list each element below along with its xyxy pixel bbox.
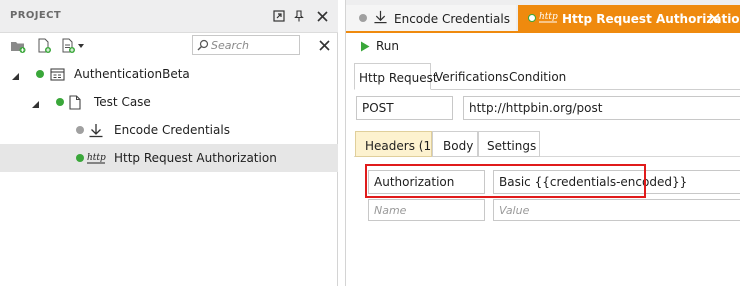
new-folder-icon[interactable] [9,37,27,55]
expand-arrow-icon[interactable] [31,98,40,108]
highlight-box [365,164,646,198]
tab-headers[interactable]: Headers (1) [355,131,436,157]
tab-settings[interactable]: Settings [478,131,540,157]
editor-tabstrip: Encode Credentials http Http Request Aut… [346,0,740,33]
method-field[interactable] [356,96,453,120]
expand-arrow-icon[interactable] [11,70,20,80]
project-panel-header: PROJECT [0,0,338,33]
play-icon [361,41,370,51]
project-panel: PROJECT Search AuthenticationBeta Test C… [0,0,338,286]
tree-item-label: AuthenticationBeta [74,67,190,81]
tree-item-label: Http Request Authorization [114,151,277,165]
search-box[interactable] [192,35,300,55]
tab-condition[interactable]: Condition [509,63,569,90]
download-arrow-icon [87,122,105,138]
tab-body[interactable]: Body [432,131,478,157]
svg-text:http: http [539,12,558,22]
tab-label: Encode Credentials [394,12,510,26]
request-detail-tabs: Headers (1) Body Settings [354,131,740,157]
new-header-name-field[interactable] [368,199,485,221]
new-header-value-field[interactable] [493,199,740,221]
run-button[interactable]: Run [360,37,399,55]
method-input[interactable] [357,97,452,119]
url-input[interactable] [464,97,740,119]
status-dot-green [76,154,84,162]
tree-item-http-request-authorization[interactable]: http Http Request Authorization [0,144,338,172]
svg-text:http: http [87,153,106,163]
pin-icon[interactable] [290,7,308,25]
status-dot-green [56,98,64,106]
tab-encode-credentials[interactable]: Encode Credentials [346,5,516,31]
run-label: Run [376,39,400,53]
project-suite-icon [48,66,66,82]
tree-item-encode-credentials[interactable]: Encode Credentials [0,116,338,144]
close-panel-icon[interactable] [313,7,331,25]
new-header-name-input[interactable] [369,200,484,220]
project-panel-title: PROJECT [10,10,62,21]
search-input[interactable] [211,37,297,53]
url-field[interactable] [463,96,740,120]
download-arrow-icon [371,9,389,25]
maximize-icon[interactable] [270,7,288,25]
document-icon [66,94,84,110]
tree-item-label: Test Case [94,95,151,109]
clear-search-icon[interactable] [316,37,332,53]
tab-http-request-authorization[interactable]: http Http Request Authorization [518,5,740,33]
status-dot-gray [359,14,367,22]
close-tab-icon[interactable] [707,11,721,25]
new-header-value-input[interactable] [494,200,740,220]
tab-http-request[interactable]: Http Request [354,63,438,90]
tree-item-authenticationbeta[interactable]: AuthenticationBeta [0,60,338,88]
tree-item-label: Encode Credentials [114,123,230,137]
status-dot-green [528,14,536,22]
editor-panel: Encode Credentials http Http Request Aut… [345,0,740,286]
search-icon [197,39,209,51]
new-file-icon[interactable] [35,37,53,55]
tab-verifications[interactable]: Verifications [435,63,509,90]
http-icon: http [87,150,107,166]
request-subtabs: Http Request Verifications Condition [354,63,740,90]
tree-item-test-case[interactable]: Test Case [0,88,338,116]
status-dot-gray [76,126,84,134]
add-item-menu-icon[interactable] [60,37,88,55]
status-dot-green [36,70,44,78]
http-icon: http [539,9,559,25]
